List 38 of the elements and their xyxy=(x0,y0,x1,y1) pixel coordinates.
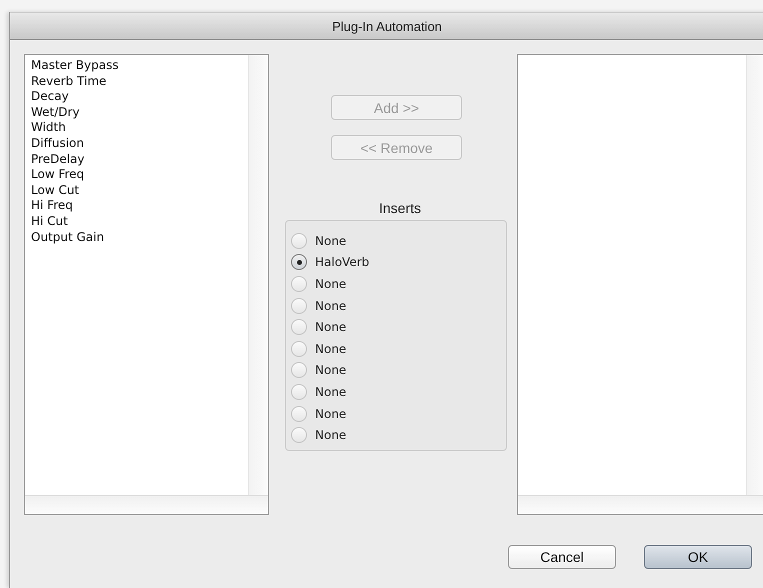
parameter-item[interactable]: Reverb Time xyxy=(31,74,242,90)
radio-label[interactable]: None xyxy=(315,363,346,378)
radio-button[interactable] xyxy=(291,276,307,292)
parameter-item[interactable]: Low Freq xyxy=(31,167,242,183)
automated-list[interactable] xyxy=(517,54,763,515)
dialog-button[interactable]: OK xyxy=(644,545,752,569)
radio-label[interactable]: None xyxy=(315,276,346,291)
radio-label[interactable]: None xyxy=(315,234,346,248)
parameter-item[interactable]: Hi Cut xyxy=(31,214,242,230)
radio-label[interactable]: None xyxy=(315,298,346,313)
parameter-item[interactable]: Low Cut xyxy=(31,182,242,198)
radio-button[interactable] xyxy=(291,427,307,444)
window-title: Plug-In Automation xyxy=(332,18,442,34)
radio-button[interactable] xyxy=(291,254,307,270)
radio-button[interactable] xyxy=(291,362,307,378)
parameter-item[interactable]: Master Bypass xyxy=(31,58,242,74)
radio-label[interactable]: HaloVerb xyxy=(315,255,370,270)
radio-label[interactable]: None xyxy=(315,428,346,442)
radio-button[interactable] xyxy=(291,406,307,422)
parameter-item[interactable]: Output Gain xyxy=(31,230,242,246)
parameter-item[interactable]: Hi Freq xyxy=(31,198,242,214)
radio-button[interactable] xyxy=(291,298,307,314)
radio-button[interactable] xyxy=(291,384,307,400)
radio-button[interactable] xyxy=(291,340,307,357)
radio-label[interactable]: None xyxy=(315,320,346,334)
parameter-item[interactable]: PreDelay xyxy=(31,152,242,168)
radio-button[interactable] xyxy=(291,319,307,336)
parameter-item[interactable]: Diffusion xyxy=(31,136,242,152)
parameter-item[interactable]: Decay xyxy=(31,89,242,105)
radio-label[interactable]: None xyxy=(315,384,346,399)
radio-button[interactable] xyxy=(291,232,307,249)
dialog-button[interactable]: Cancel xyxy=(508,545,616,569)
parameter-list[interactable]: Master Bypass Reverb Time Decay Wet/Dry Width Diffusion PreDelay Low Freq Low Cut Hi Freq Hi Cut Output Gain xyxy=(24,54,269,515)
radio-label[interactable]: None xyxy=(315,406,346,421)
parameter-item[interactable]: Width xyxy=(31,120,242,136)
parameter-item[interactable]: Wet/Dry xyxy=(31,104,242,120)
inserts-title: Inserts xyxy=(378,200,421,216)
radio-label[interactable]: None xyxy=(315,342,346,356)
